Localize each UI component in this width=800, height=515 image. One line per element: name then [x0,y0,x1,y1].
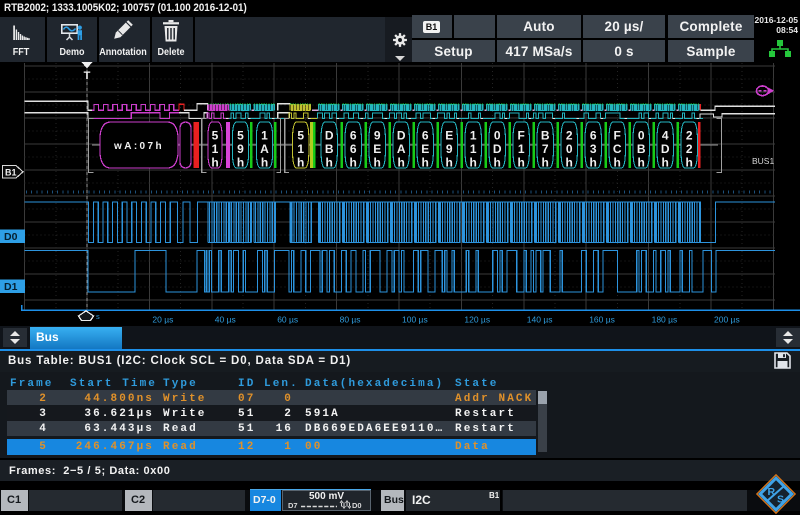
svg-text:0: 0 [494,129,501,143]
svg-text:1: 1 [261,129,268,143]
svg-text:5: 5 [297,129,304,143]
svg-text:B1: B1 [5,168,17,178]
svg-text:B: B [325,142,334,156]
svg-text:C: C [613,142,622,156]
svg-text:6: 6 [422,129,429,143]
svg-text:h: h [350,156,357,170]
svg-text:F: F [614,129,621,143]
svg-text:A: A [260,142,269,156]
svg-text:h: h [590,156,597,170]
svg-text:h: h [542,156,549,170]
svg-text:B: B [637,142,646,156]
svg-text:D: D [325,129,334,143]
svg-text:h: h [446,156,453,170]
svg-text:20 µs: 20 µs [152,315,173,325]
svg-text:6: 6 [590,129,597,143]
svg-text:E: E [373,142,381,156]
svg-text:h: h [398,156,405,170]
svg-text:F: F [518,129,525,143]
svg-text:h: h [422,156,429,170]
svg-text:5: 5 [212,129,219,143]
svg-text:h: h [566,156,573,170]
svg-text:h: h [518,156,525,170]
svg-text:h: h [686,156,693,170]
svg-text:2: 2 [686,129,693,143]
svg-text:100 µs: 100 µs [402,315,428,325]
svg-text:3: 3 [590,142,597,156]
svg-text:h: h [494,156,501,170]
svg-text:9: 9 [237,142,244,156]
svg-text:h: h [261,156,268,170]
svg-text:D: D [397,129,406,143]
svg-text:9: 9 [446,142,453,156]
svg-text:T: T [84,70,91,82]
svg-text:0: 0 [638,129,645,143]
svg-text:5: 5 [237,129,244,143]
svg-text:0: 0 [566,142,573,156]
svg-text:4: 4 [662,129,669,143]
svg-text:1: 1 [212,142,219,156]
svg-text:wA:07h: wA:07h [113,141,164,152]
svg-text:BUS1: BUS1 [752,156,774,166]
svg-text:1: 1 [518,142,525,156]
svg-text:2: 2 [686,142,693,156]
svg-text:1: 1 [470,129,477,143]
svg-text:h: h [374,156,381,170]
svg-text:60 µs: 60 µs [277,315,298,325]
svg-text:7: 7 [542,142,549,156]
svg-text:S: S [777,494,784,506]
svg-text:1: 1 [470,142,477,156]
svg-text:40 µs: 40 µs [215,315,236,325]
svg-text:9: 9 [374,129,381,143]
svg-text:160 µs: 160 µs [589,315,615,325]
svg-text:180 µs: 180 µs [652,315,678,325]
svg-text:D: D [661,142,670,156]
svg-text:2: 2 [566,129,573,143]
svg-text:s: s [96,312,100,321]
svg-text:6: 6 [350,142,357,156]
svg-text:E: E [445,129,453,143]
svg-text:h: h [326,156,333,170]
svg-text:D1: D1 [4,281,18,293]
svg-text:80 µs: 80 µs [340,315,361,325]
svg-text:E: E [421,142,429,156]
svg-text:h: h [614,156,621,170]
svg-text:D: D [493,142,502,156]
svg-text:120 µs: 120 µs [464,315,490,325]
svg-text:h: h [211,156,218,170]
svg-text:200 µs: 200 µs [714,315,740,325]
svg-text:R: R [768,486,776,498]
svg-text:6: 6 [350,129,357,143]
svg-text:1: 1 [297,142,304,156]
svg-text:140 µs: 140 µs [527,315,553,325]
svg-text:h: h [662,156,669,170]
svg-text:h: h [638,156,645,170]
svg-text:h: h [237,156,244,170]
svg-text:h: h [470,156,477,170]
svg-text:h: h [297,156,304,170]
svg-text:A: A [397,142,406,156]
svg-text:D0: D0 [4,231,18,243]
svg-text:B: B [541,129,550,143]
